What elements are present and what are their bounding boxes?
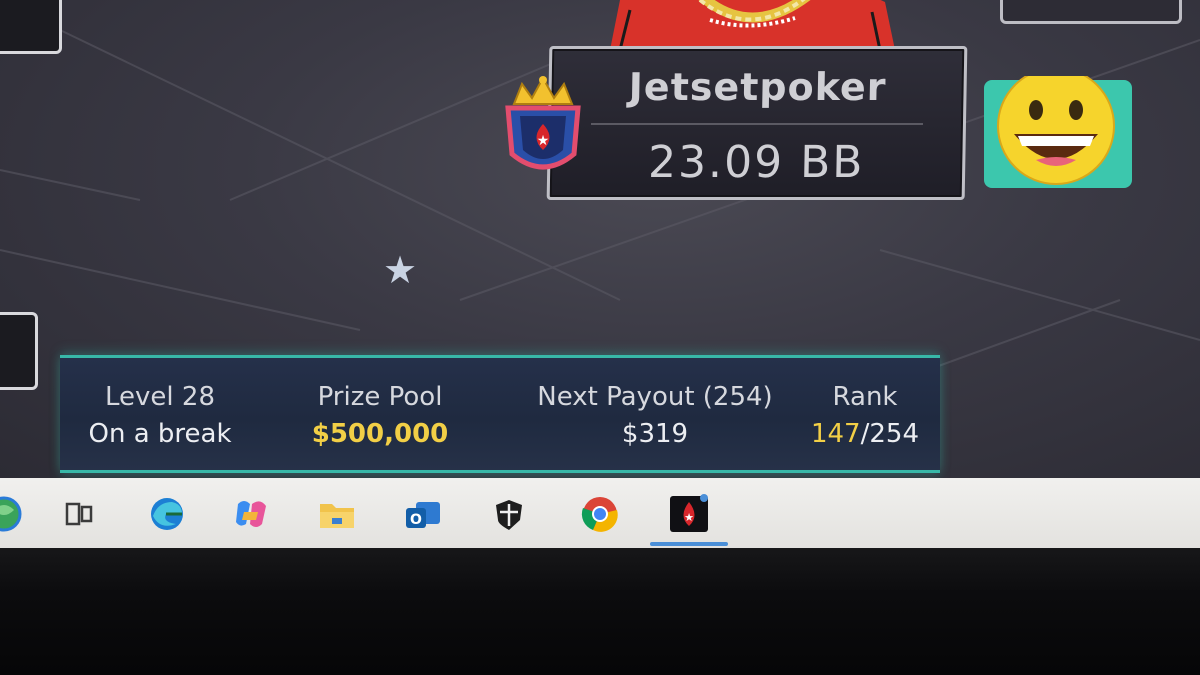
start-icon[interactable] [0,494,28,534]
player-stack: 23.09 BB [647,137,865,188]
poker-table: Jetsetpoker 23.09 BB ★ ★ Level 28 On a b… [0,0,1200,480]
seat-panel-left [0,312,38,390]
copilot-icon[interactable] [230,494,272,534]
seat-panel-top-left [0,0,62,54]
prize-pool-label: Prize Pool [317,382,443,412]
file-explorer-icon[interactable] [316,494,358,534]
next-payout-label: Next Payout (254) [537,382,773,412]
seat-panel-top-right [1000,0,1182,24]
monitor-bezel [0,548,1200,675]
player-name: Jetsetpoker [628,65,887,109]
player-avatar[interactable] [600,0,900,50]
taskbar-active-indicator [650,542,728,546]
rank-label: Rank [832,382,898,412]
next-payout-value: $319 [621,419,689,449]
next-payout-column: Next Payout (254) $319 [510,380,800,454]
rank-current: 147 [810,419,861,449]
player-nameplate[interactable]: Jetsetpoker 23.09 BB [546,46,968,200]
level-status: On a break [88,419,232,449]
svg-text:★: ★ [684,511,694,524]
outlook-icon[interactable]: O [402,494,444,534]
windows-taskbar: O ★ [0,478,1200,548]
star-icon: ★ [382,248,418,292]
security-shield-icon[interactable] [488,494,530,534]
crown-shield-badge-icon: ★ [505,75,581,170]
prize-pool-column: Prize Pool $500,000 [280,380,480,454]
tournament-info-bar: Level 28 On a break Prize Pool $500,000 … [60,355,940,473]
level-label: Level 28 [105,382,215,412]
rank-column: Rank 147/254 [790,380,940,454]
rank-value: 147/254 [790,414,940,454]
level-column: Level 28 On a break [70,380,250,454]
chrome-icon[interactable] [579,494,621,534]
rank-total: 254 [869,419,920,449]
svg-text:★: ★ [537,133,550,149]
pokerstars-icon[interactable]: ★ [668,494,710,534]
edge-icon[interactable] [146,494,188,534]
task-view-icon[interactable] [58,494,100,534]
plate-divider [590,123,923,125]
smiley-emoji-icon[interactable] [984,76,1134,188]
svg-text:O: O [410,512,422,528]
prize-pool-value: $500,000 [311,419,449,449]
